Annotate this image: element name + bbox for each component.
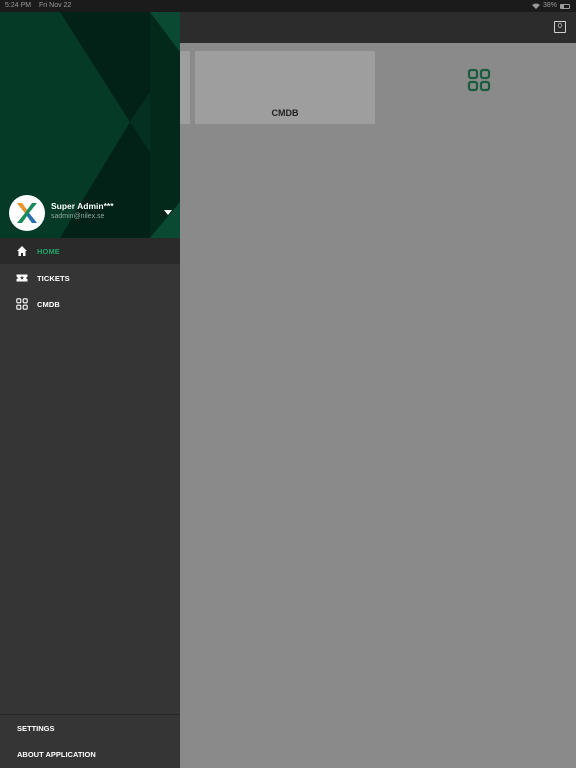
user-email: sadmin@nilex.se	[51, 213, 105, 220]
settings-link[interactable]: SETTINGS	[17, 724, 55, 733]
company-logo-icon	[17, 203, 37, 223]
nav-item-label: HOME	[37, 247, 60, 256]
nav-item-label: TICKETS	[37, 274, 70, 283]
wifi-icon	[531, 3, 540, 9]
ticket-icon	[16, 274, 28, 282]
battery-icon	[560, 3, 570, 9]
user-name: Super Admin***	[51, 201, 114, 211]
grid-squares-icon	[467, 68, 491, 92]
avatar[interactable]	[9, 195, 45, 231]
status-date: Fri Nov 22	[39, 2, 72, 9]
status-time: 5:24 PM	[5, 2, 32, 9]
module-card-label: CMDB	[271, 108, 299, 118]
nav-item-cmdb[interactable]: CMDB	[0, 291, 180, 317]
nav-item-label: CMDB	[37, 300, 60, 309]
battery-percent: 38%	[542, 2, 557, 9]
module-card-cmdb[interactable]: CMDB	[195, 51, 491, 124]
home-icon	[17, 246, 27, 256]
status-bar: 5:24 PM Fri Nov 22 38%	[0, 0, 576, 12]
about-application-link[interactable]: ABOUT APPLICATION	[17, 750, 96, 759]
drawer-header: Super Admin*** sadmin@nilex.se	[0, 12, 180, 238]
grid-squares-icon	[16, 298, 28, 310]
drawer-divider	[0, 714, 180, 715]
chevron-down-icon[interactable]	[164, 210, 172, 215]
notification-count-badge[interactable]: 0	[554, 21, 566, 33]
navigation-drawer: Super Admin*** sadmin@nilex.se HOME TICK…	[0, 12, 180, 768]
nav-item-tickets[interactable]: TICKETS	[0, 265, 180, 291]
nav-item-home[interactable]: HOME	[0, 238, 180, 264]
